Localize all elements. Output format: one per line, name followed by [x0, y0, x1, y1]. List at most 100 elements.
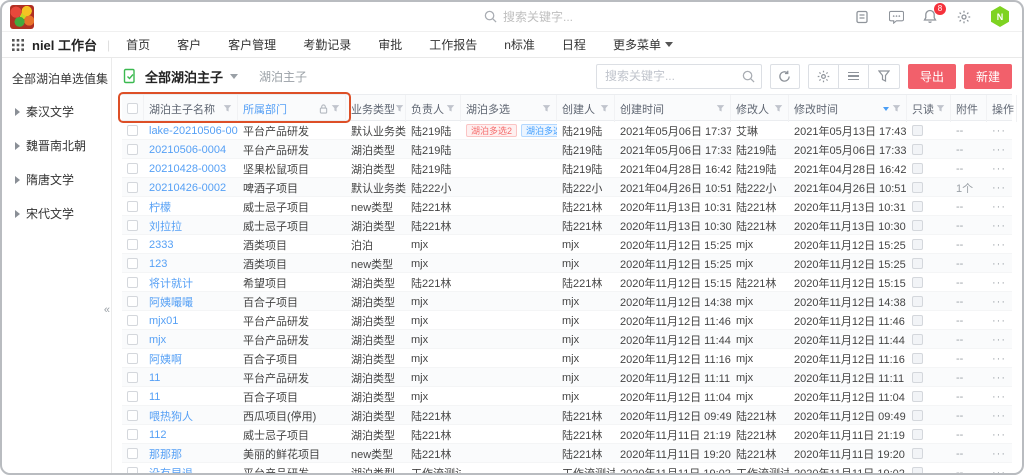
view-subtitle[interactable]: 湖泊主子	[259, 68, 307, 85]
sidebar-item-4[interactable]: 宋代文学	[12, 205, 103, 222]
row-checkbox[interactable]	[127, 220, 138, 231]
tree-expand-icon[interactable]	[15, 210, 20, 218]
column-header-7[interactable]: 创建人	[557, 95, 615, 122]
row-checkbox[interactable]	[127, 125, 138, 136]
cell-name[interactable]: 11	[144, 368, 238, 387]
row-actions-button[interactable]: ···	[987, 292, 1017, 311]
filter-funnel-icon[interactable]	[542, 104, 551, 113]
column-header-2[interactable]: 湖泊主子名称	[144, 95, 238, 122]
cell-name[interactable]: 阿姨嘬嘬	[144, 292, 238, 311]
cell-name[interactable]: 20210426-0002	[144, 178, 238, 197]
nav-item-6[interactable]: 工作报告	[429, 36, 477, 53]
filter-funnel-icon[interactable]	[223, 104, 232, 113]
cell-name[interactable]: 柠檬	[144, 197, 238, 216]
filter-funnel-icon[interactable]	[395, 104, 404, 113]
row-checkbox[interactable]	[127, 315, 138, 326]
row-checkbox[interactable]	[127, 258, 138, 269]
table-row[interactable]: 阿姨嘬嘬百合子项目湖泊类型mjxmjx2020年11月12日 14:38mjx2…	[122, 292, 1012, 311]
table-row[interactable]: 将计就计希望项目湖泊类型陆221林陆221林2020年11月12日 15:15陆…	[122, 273, 1012, 292]
refresh-button[interactable]	[770, 64, 800, 89]
column-header-13[interactable]: 操作	[987, 95, 1017, 122]
filter-funnel-icon[interactable]	[331, 104, 340, 113]
row-actions-button[interactable]: ···	[987, 216, 1017, 235]
column-header-1[interactable]	[122, 95, 144, 122]
column-header-4[interactable]: 业务类型	[346, 95, 406, 122]
sidebar-item-3[interactable]: 隋唐文学	[12, 171, 103, 188]
row-actions-button[interactable]: ···	[987, 368, 1017, 387]
column-header-5[interactable]: 负责人	[406, 95, 461, 122]
table-row[interactable]: 刘拉拉威士忌子项目湖泊类型陆221林陆221林2020年11月13日 10:30…	[122, 216, 1012, 235]
column-header-12[interactable]: 附件	[951, 95, 987, 122]
row-checkbox[interactable]	[127, 429, 138, 440]
column-header-3[interactable]: 所属部门	[238, 95, 346, 122]
export-button[interactable]: 导出	[908, 64, 956, 89]
row-actions-button[interactable]: ···	[987, 140, 1017, 159]
filter-funnel-icon[interactable]	[869, 65, 899, 88]
row-checkbox[interactable]	[127, 144, 138, 155]
user-avatar[interactable]: N	[990, 6, 1010, 27]
table-row[interactable]: 123酒类项目new类型mjxmjx2020年11月12日 15:25mjx20…	[122, 254, 1012, 273]
row-checkbox[interactable]	[127, 410, 138, 421]
row-checkbox[interactable]	[127, 239, 138, 250]
cell-name[interactable]: lake-20210506-0005	[144, 121, 238, 140]
sidebar-collapse-icon[interactable]: «	[104, 304, 110, 316]
cell-name[interactable]: mjx01	[144, 311, 238, 330]
table-row[interactable]: lake-20210506-0005平台产品研发默认业务类型陆219陆湖泊多选2…	[122, 121, 1012, 140]
nav-item-7[interactable]: n标准	[504, 36, 535, 53]
row-density-icon[interactable]	[839, 65, 869, 88]
cell-name[interactable]: 123	[144, 254, 238, 273]
row-actions-button[interactable]: ···	[987, 425, 1017, 444]
filter-funnel-icon[interactable]	[600, 104, 609, 113]
table-row[interactable]: mjx平台产品研发湖泊类型mjxmjx2020年11月12日 11:44mjx2…	[122, 330, 1012, 349]
app-logo[interactable]	[10, 5, 34, 29]
row-checkbox[interactable]	[127, 296, 138, 307]
row-actions-button[interactable]: ···	[987, 463, 1017, 475]
nav-item-5[interactable]: 审批	[378, 36, 402, 53]
column-header-9[interactable]: 修改人	[731, 95, 789, 122]
row-actions-button[interactable]: ···	[987, 311, 1017, 330]
row-checkbox[interactable]	[127, 391, 138, 402]
table-row[interactable]: mjx01平台产品研发湖泊类型mjxmjx2020年11月12日 11:46mj…	[122, 311, 1012, 330]
cell-name[interactable]: 112	[144, 425, 238, 444]
tree-expand-icon[interactable]	[15, 176, 20, 184]
row-actions-button[interactable]: ···	[987, 273, 1017, 292]
nav-item-1[interactable]: 首页	[126, 36, 150, 53]
cell-name[interactable]: 阿姨啊	[144, 349, 238, 368]
view-chevron-down-icon[interactable]	[230, 74, 238, 79]
column-header-8[interactable]: 创建时间	[615, 95, 731, 122]
cell-name[interactable]: 刘拉拉	[144, 216, 238, 235]
nav-item-3[interactable]: 客户管理	[228, 36, 276, 53]
row-checkbox[interactable]	[127, 353, 138, 364]
table-search-input[interactable]	[605, 69, 742, 83]
table-row[interactable]: 20210428-0003坚果松鼠项目湖泊类型陆219陆陆219陆2021年04…	[122, 159, 1012, 178]
cell-name[interactable]: 将计就计	[144, 273, 238, 292]
filter-funnel-icon[interactable]	[446, 104, 455, 113]
cell-name[interactable]: 喂热狗人	[144, 406, 238, 425]
filter-funnel-icon[interactable]	[774, 104, 783, 113]
row-actions-button[interactable]: ···	[987, 121, 1017, 140]
nav-item-more-menu[interactable]: 更多菜单	[613, 36, 673, 53]
table-row[interactable]: 2333酒类项目泊泊mjxmjx2020年11月12日 15:25mjx2020…	[122, 235, 1012, 254]
table-row[interactable]: 柠檬威士忌子项目new类型陆221林陆221林2020年11月13日 10:31…	[122, 197, 1012, 216]
row-checkbox[interactable]	[127, 372, 138, 383]
sidebar-item-1[interactable]: 秦汉文学	[12, 103, 103, 120]
table-row[interactable]: 20210506-0004平台产品研发湖泊类型陆219陆陆219陆2021年05…	[122, 140, 1012, 159]
apps-grid-icon[interactable]	[12, 39, 24, 51]
table-row[interactable]: 那那那美丽的鲜花项目new类型陆221林陆221林2020年11月11日 19:…	[122, 444, 1012, 463]
table-row[interactable]: 11平台产品研发湖泊类型mjxmjx2020年11月12日 11:11mjx20…	[122, 368, 1012, 387]
select-all-checkbox[interactable]	[127, 103, 138, 114]
cell-name[interactable]: 2333	[144, 235, 238, 254]
table-row[interactable]: 没有早退平台产品研发湖泊类型工作流测试1工作流测试12020年11月11日 19…	[122, 463, 1012, 475]
column-header-6[interactable]: 湖泊多选	[461, 95, 557, 122]
nav-item-2[interactable]: 客户	[177, 36, 201, 53]
view-title[interactable]: 全部湖泊主子	[145, 67, 223, 86]
row-checkbox[interactable]	[127, 277, 138, 288]
filter-funnel-icon[interactable]	[716, 104, 725, 113]
column-header-10[interactable]: 修改时间	[789, 95, 907, 122]
row-checkbox[interactable]	[127, 334, 138, 345]
cell-name[interactable]: 没有早退	[144, 463, 238, 475]
messages-icon[interactable]	[888, 9, 904, 25]
notifications-bell-icon[interactable]: 8	[922, 9, 938, 25]
tree-expand-icon[interactable]	[15, 108, 20, 116]
row-checkbox[interactable]	[127, 448, 138, 459]
